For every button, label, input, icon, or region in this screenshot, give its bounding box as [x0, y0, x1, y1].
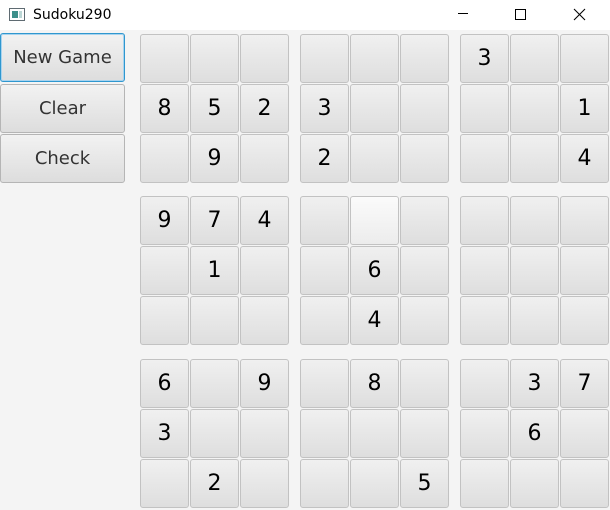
maximize-button[interactable] [497, 0, 543, 30]
sudoku-cell-r6c8[interactable] [510, 296, 559, 345]
check-button[interactable]: Check [0, 134, 125, 183]
sudoku-cell-r8c9[interactable] [560, 409, 609, 458]
sudoku-cell-r6c2[interactable] [190, 296, 239, 345]
sudoku-cell-r3c9[interactable]: 4 [560, 134, 609, 183]
sudoku-cell-r1c9[interactable] [560, 34, 609, 83]
sudoku-cell-r6c1[interactable] [140, 296, 189, 345]
close-icon [573, 8, 586, 21]
sudoku-cell-r5c8[interactable] [510, 246, 559, 295]
app-window-icon [9, 8, 25, 21]
sudoku-cell-r2c6[interactable] [400, 84, 449, 133]
sudoku-cell-r5c6[interactable] [400, 246, 449, 295]
sudoku-cell-r3c1[interactable] [140, 134, 189, 183]
new-game-button[interactable]: New Game [0, 33, 125, 82]
sudoku-cell-r5c2[interactable]: 1 [190, 246, 239, 295]
sudoku-cell-r9c7[interactable] [460, 459, 509, 508]
sudoku-cell-r3c3[interactable] [240, 134, 289, 183]
sudoku-cell-r5c3[interactable] [240, 246, 289, 295]
sudoku-cell-r9c6[interactable]: 5 [400, 459, 449, 508]
sudoku-cell-r8c5[interactable] [350, 409, 399, 458]
sudoku-cell-r4c5[interactable] [350, 196, 399, 245]
sudoku-cell-r4c6[interactable] [400, 196, 449, 245]
sudoku-cell-r1c2[interactable] [190, 34, 239, 83]
sudoku-cell-r1c7[interactable]: 3 [460, 34, 509, 83]
sudoku-cell-r7c2[interactable] [190, 359, 239, 408]
sudoku-cell-r5c5[interactable]: 6 [350, 246, 399, 295]
sudoku-cell-r3c8[interactable] [510, 134, 559, 183]
sudoku-cell-r7c9[interactable]: 7 [560, 359, 609, 408]
sudoku-cell-r2c8[interactable] [510, 84, 559, 133]
sudoku-cell-r8c6[interactable] [400, 409, 449, 458]
sudoku-cell-r9c5[interactable] [350, 459, 399, 508]
sudoku-cell-r2c4[interactable]: 3 [300, 84, 349, 133]
sudoku-cell-r2c9[interactable]: 1 [560, 84, 609, 133]
sudoku-cell-r7c4[interactable] [300, 359, 349, 408]
sudoku-cell-r8c1[interactable]: 3 [140, 409, 189, 458]
sudoku-cell-r7c3[interactable]: 9 [240, 359, 289, 408]
sudoku-cell-r6c7[interactable] [460, 296, 509, 345]
sudoku-cell-r2c3[interactable]: 2 [240, 84, 289, 133]
sudoku-cell-r8c2[interactable] [190, 409, 239, 458]
sudoku-cell-r9c2[interactable]: 2 [190, 459, 239, 508]
sudoku-cell-r9c8[interactable] [510, 459, 559, 508]
sudoku-cell-r4c1[interactable]: 9 [140, 196, 189, 245]
sudoku-cell-r2c7[interactable] [460, 84, 509, 133]
sudoku-cell-r3c2[interactable]: 9 [190, 134, 239, 183]
sudoku-cell-r1c1[interactable] [140, 34, 189, 83]
sudoku-cell-r6c6[interactable] [400, 296, 449, 345]
sudoku-cell-r5c1[interactable] [140, 246, 189, 295]
sudoku-cell-r2c1[interactable]: 8 [140, 84, 189, 133]
sudoku-cell-r3c6[interactable] [400, 134, 449, 183]
title-bar[interactable]: Sudoku290 [0, 0, 610, 30]
clear-button[interactable]: Clear [0, 84, 125, 133]
sudoku-cell-r4c3[interactable]: 4 [240, 196, 289, 245]
sudoku-cell-r7c1[interactable]: 6 [140, 359, 189, 408]
sudoku-cell-r1c5[interactable] [350, 34, 399, 83]
sudoku-cell-r8c3[interactable] [240, 409, 289, 458]
sudoku-cell-r9c3[interactable] [240, 459, 289, 508]
sudoku-cell-r6c9[interactable] [560, 296, 609, 345]
sudoku-cell-r1c3[interactable] [240, 34, 289, 83]
sudoku-cell-r4c9[interactable] [560, 196, 609, 245]
sudoku-cell-r5c9[interactable] [560, 246, 609, 295]
sudoku-cell-r6c5[interactable]: 4 [350, 296, 399, 345]
sudoku-cell-r9c1[interactable] [140, 459, 189, 508]
sudoku-cell-r4c8[interactable] [510, 196, 559, 245]
sudoku-cell-r1c6[interactable] [400, 34, 449, 83]
minimize-icon [458, 13, 468, 14]
sudoku-cell-r3c7[interactable] [460, 134, 509, 183]
sudoku-cell-r4c7[interactable] [460, 196, 509, 245]
sudoku-cell-r7c8[interactable]: 3 [510, 359, 559, 408]
sudoku-cell-r8c7[interactable] [460, 409, 509, 458]
sudoku-cell-r2c5[interactable] [350, 84, 399, 133]
sudoku-cell-r4c4[interactable] [300, 196, 349, 245]
sudoku-cell-r9c4[interactable] [300, 459, 349, 508]
sudoku-cell-r1c4[interactable] [300, 34, 349, 83]
sudoku-cell-r8c4[interactable] [300, 409, 349, 458]
sudoku-cell-r7c6[interactable] [400, 359, 449, 408]
close-button[interactable] [556, 0, 602, 30]
sudoku-cell-r7c7[interactable] [460, 359, 509, 408]
sudoku-cell-r4c2[interactable]: 7 [190, 196, 239, 245]
sudoku-cell-r6c3[interactable] [240, 296, 289, 345]
sudoku-cell-r2c2[interactable]: 5 [190, 84, 239, 133]
sudoku-cell-r6c4[interactable] [300, 296, 349, 345]
sudoku-cell-r9c9[interactable] [560, 459, 609, 508]
sudoku-cell-r1c8[interactable] [510, 34, 559, 83]
maximize-icon [515, 9, 526, 20]
sudoku-cell-r5c4[interactable] [300, 246, 349, 295]
minimize-button[interactable] [440, 0, 486, 30]
sudoku-cell-r3c4[interactable]: 2 [300, 134, 349, 183]
window-title: Sudoku290 [33, 7, 112, 23]
sudoku-cell-r5c7[interactable] [460, 246, 509, 295]
sudoku-cell-r7c5[interactable]: 8 [350, 359, 399, 408]
sudoku-cell-r8c8[interactable]: 6 [510, 409, 559, 458]
sudoku-cell-r3c5[interactable] [350, 134, 399, 183]
